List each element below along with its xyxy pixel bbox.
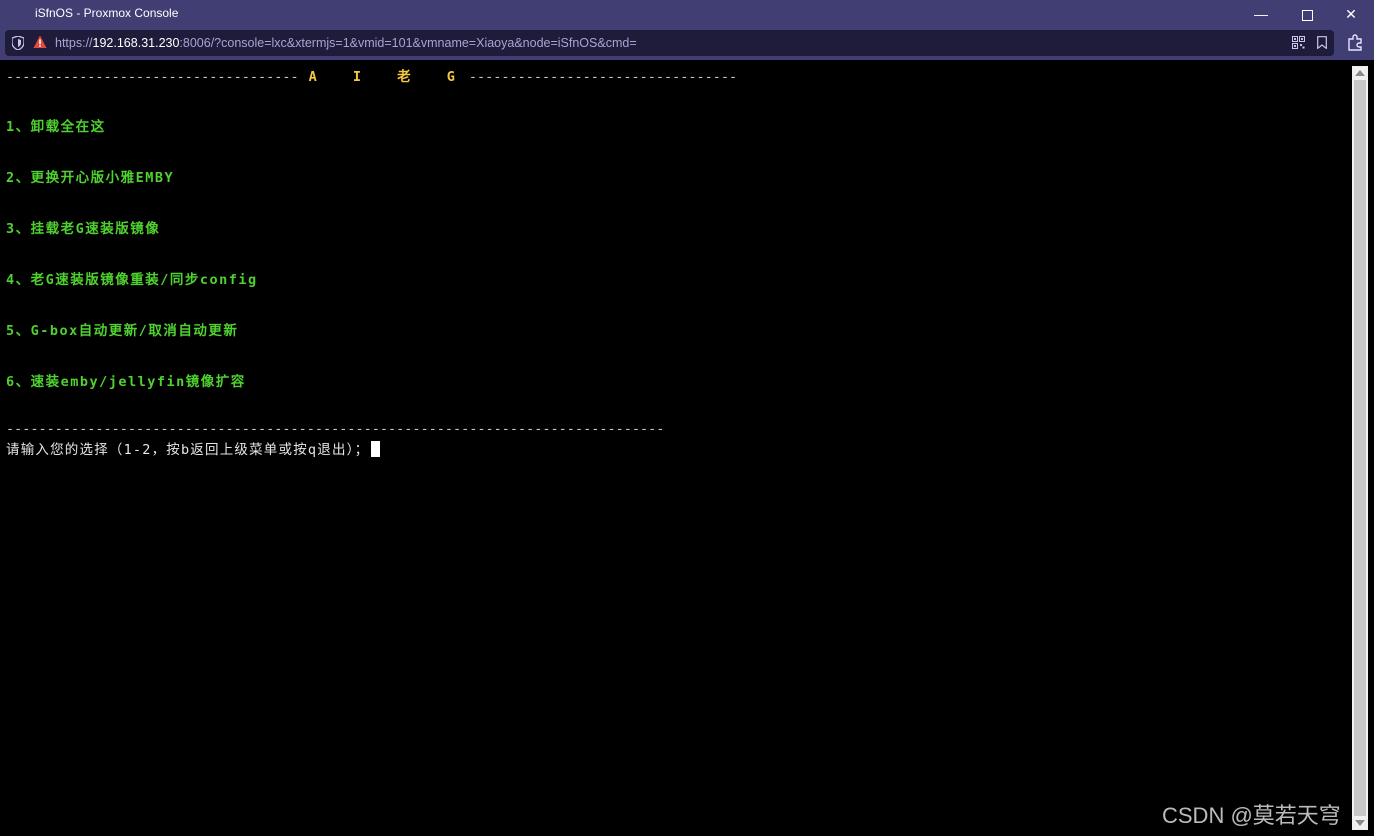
scroll-up-arrow-icon[interactable] (1355, 70, 1365, 76)
terminal-console[interactable]: ------------------------------------ A I … (0, 60, 1350, 836)
maximize-button[interactable] (1284, 0, 1330, 28)
toolbar: https://192.168.31.230:8006/?console=lxc… (0, 28, 1374, 60)
minimize-button[interactable]: — (1238, 0, 1284, 28)
window-title: iSfnOS - Proxmox Console (35, 6, 179, 20)
scrollbar-thumb[interactable] (1354, 80, 1366, 816)
warning-icon[interactable] (33, 35, 47, 49)
address-bar[interactable]: https://192.168.31.230:8006/?console=lxc… (5, 30, 1334, 56)
menu-item-4: 4、老G速装版镜像重装/同步config (6, 272, 258, 288)
bookmark-icon[interactable] (1317, 36, 1327, 49)
menu-item-5: 5、G-box自动更新/取消自动更新 (6, 323, 239, 339)
menu-header: ------------------------------------ A I … (6, 65, 737, 85)
menu-item-3: 3、挂载老G速装版镜像 (6, 221, 161, 237)
prompt-text: 请输入您的选择（1-2，按b返回上级菜单或按q退出）； (6, 442, 370, 458)
header-title: A I 老 G (308, 69, 469, 85)
menu-item-2: 2、更换开心版小雅EMBY (6, 170, 175, 186)
close-button[interactable]: ✕ (1328, 0, 1374, 28)
menu-item-1: 1、卸载全在这 (6, 119, 106, 135)
watermark: CSDN @莫若天穹 (1162, 803, 1341, 828)
extensions-icon[interactable] (1346, 33, 1364, 51)
menu-item-6: 6、速装emby/jellyfin镜像扩容 (6, 374, 246, 390)
url-host: 192.168.31.230 (92, 36, 180, 50)
scroll-down-arrow-icon[interactable] (1355, 820, 1365, 826)
prompt-line[interactable]: 请输入您的选择（1-2，按b返回上级菜单或按q退出）； (6, 438, 381, 458)
url-rest: :8006/?console=lxc&xtermjs=1&vmid=101&vm… (179, 36, 637, 50)
maximize-icon (1301, 9, 1313, 21)
title-bar: iSfnOS - Proxmox Console — ✕ (0, 0, 1374, 28)
terminal-cursor (371, 441, 381, 457)
url-prefix: https:// (55, 36, 93, 50)
terminal-scrollbar[interactable] (1352, 66, 1368, 830)
url-text[interactable]: https://192.168.31.230:8006/?console=lxc… (55, 36, 637, 50)
shield-icon[interactable] (12, 36, 24, 50)
header-dashes-left: ------------------------------------ (6, 69, 299, 85)
footer-separator: ----------------------------------------… (6, 421, 665, 437)
header-dashes-right: --------------------------------- (468, 69, 738, 85)
qr-code-icon[interactable] (1292, 36, 1305, 49)
